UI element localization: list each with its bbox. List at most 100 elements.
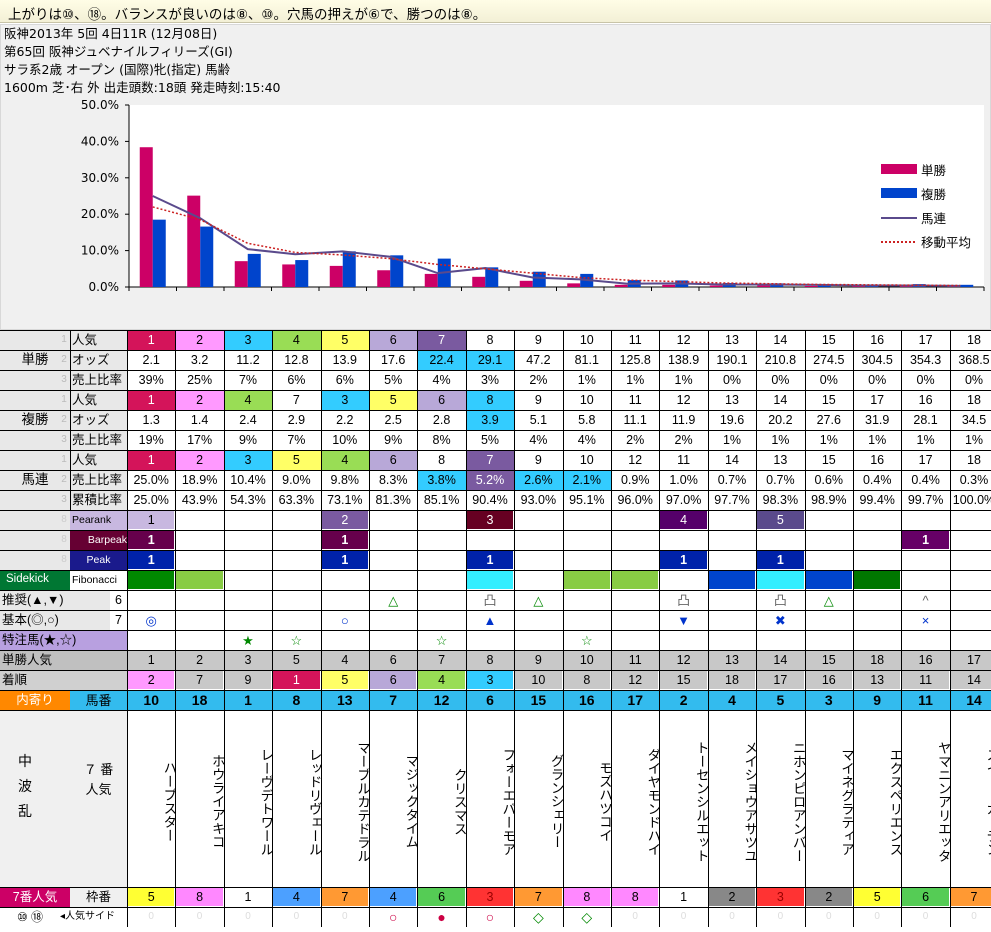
chakujun-cell: 5 <box>321 671 368 689</box>
peak-cell <box>612 551 658 569</box>
legend-label: 馬連 <box>921 211 947 226</box>
tansho-ninki-order-cell: 5 <box>272 650 321 670</box>
tansho-odds-cell: 274.5 <box>813 352 845 367</box>
pearank-cell: 3 <box>466 511 514 529</box>
suisen-mark <box>611 590 659 610</box>
umaren-ratio-cell: 9.8% <box>330 472 360 487</box>
fibonacci-cell <box>854 571 901 589</box>
pattern-char: 乱 <box>18 803 32 819</box>
pearank-cell: 1 <box>128 511 175 529</box>
tansho-odds-cell: 210.8 <box>764 352 797 367</box>
tokuchu-mark <box>127 630 175 650</box>
tansho-ratio-cell: 1% <box>577 372 596 387</box>
footer-ninki-label: 7番人気 <box>0 887 70 907</box>
barpeak-cell <box>273 531 319 549</box>
tansho-ratio-cell: 0% <box>722 372 742 387</box>
chakujun-cell: 16 <box>805 671 852 689</box>
grid-line <box>0 430 991 431</box>
fukusho-ratio-cell: 2% <box>626 432 645 447</box>
tokuchu-label: 特注馬(★,☆) <box>0 630 127 650</box>
wakuban-cell: 3 <box>757 888 804 906</box>
popular-side-mark: 0 <box>196 911 203 922</box>
chakujun-cell: 3 <box>466 671 514 689</box>
pearank-cell <box>273 511 319 529</box>
umaren-ratio-cell: 25.0% <box>133 472 169 487</box>
wakuban-label: 枠番 <box>70 887 127 907</box>
popular-side-mark: 0 <box>729 911 735 922</box>
chakujun-label: 着順 <box>0 670 127 690</box>
fukusho-odds-cell: 1.3 <box>142 412 160 427</box>
fukusho-odds-cell: 3.9 <box>465 410 515 430</box>
fukusho-ratio-cell: 1% <box>964 432 984 447</box>
umaren-cumulative-cell: 90.4% <box>472 492 508 507</box>
wakuban-cell: 6 <box>418 888 465 906</box>
fukusho-odds-cell: 20.2 <box>768 412 793 427</box>
fukusho-ninki-cell: 4 <box>223 390 273 410</box>
pearank-label: Pearank <box>70 510 127 530</box>
barpeak-cell <box>757 531 803 549</box>
grid-line <box>0 570 991 571</box>
grid-line <box>0 390 991 391</box>
umaren-cumulative-cell: 95.1% <box>569 492 605 507</box>
fukusho-ninki-cell: 17 <box>870 392 885 407</box>
suisen-label: 推奨(▲,▼) <box>0 590 110 610</box>
pearank-cell <box>418 511 464 529</box>
fukusho-ninki-cell: 2 <box>175 390 224 410</box>
peak-cell <box>709 551 755 569</box>
fukusho-ratio-cell: 1% <box>722 432 742 447</box>
popular-side-mark: 0 <box>245 911 251 922</box>
row-index-faint: 8 <box>61 514 67 525</box>
umaren-ratio-cell: 8.3% <box>378 472 408 487</box>
grid-line <box>0 490 991 491</box>
pattern-sub: ７ 番 <box>83 761 114 777</box>
grid-line <box>70 330 71 510</box>
tansho-odds-cell: 47.2 <box>526 352 551 367</box>
kihon-mark <box>805 610 853 630</box>
legend-swatch <box>881 164 917 174</box>
peak-cell <box>902 551 948 569</box>
tansho-ninki-cell: 15 <box>821 332 836 347</box>
umaren-ratio-cell: 5.2% <box>465 470 515 490</box>
umaban-cell: 16 <box>562 690 611 710</box>
fibonacci-cell <box>225 571 271 589</box>
horse-name: ダイヤモンドハイ <box>645 747 660 856</box>
umaban-cell: 4 <box>707 690 757 710</box>
umaren-ninki-cell: 2 <box>175 450 224 470</box>
wakuban-cell: 1 <box>224 888 272 906</box>
tansho-odds-cell: 2.1 <box>142 352 160 367</box>
tansho-ratio-cell: 0% <box>819 372 838 387</box>
bar-fukusho <box>960 284 974 287</box>
umaban-cell: 11 <box>901 690 950 710</box>
umaren-ratio-cell: 0.7% <box>766 472 795 487</box>
pearank-cell <box>951 511 991 529</box>
umaren-ninki-cell: 4 <box>320 450 369 470</box>
tansho-ninki-order-cell: 18 <box>853 650 902 670</box>
suisen-mark <box>853 590 901 610</box>
tansho-odds-cell: 81.1 <box>574 352 599 367</box>
kihon-mark: ◎ <box>145 612 157 628</box>
bar-fukusho <box>247 253 261 287</box>
kihon-mark <box>175 610 223 630</box>
bar-tansho <box>709 285 723 287</box>
pattern-sub: 人気 <box>85 781 112 797</box>
fukusho-odds-cell: 27.6 <box>816 412 841 427</box>
umaren-cumulative-cell: 73.1% <box>327 492 363 507</box>
row-label: 売上比率 <box>72 432 123 447</box>
peak-cell: 1 <box>660 551 707 569</box>
umaren-ninki-cell: 12 <box>628 452 643 467</box>
fibonacci-cell <box>515 571 561 589</box>
kihon-mark <box>563 610 611 630</box>
peak-cell <box>951 551 991 569</box>
left-pattern-block <box>0 710 127 887</box>
tansho-ninki-order-cell: 11 <box>611 650 660 670</box>
popular-side-mark: ○ <box>485 909 495 925</box>
popular-side-mark: 0 <box>342 911 348 922</box>
fukusho-odds-cell: 28.1 <box>913 412 938 427</box>
tokuchu-mark <box>321 630 369 650</box>
kihon-mark <box>514 610 562 630</box>
tansho-ratio-cell: 39% <box>138 372 164 387</box>
popular-side-mark: 0 <box>777 911 784 922</box>
suisen-mark <box>417 590 465 610</box>
fibonacci-cell <box>128 571 175 589</box>
wakuban-cell: 3 <box>466 888 514 906</box>
